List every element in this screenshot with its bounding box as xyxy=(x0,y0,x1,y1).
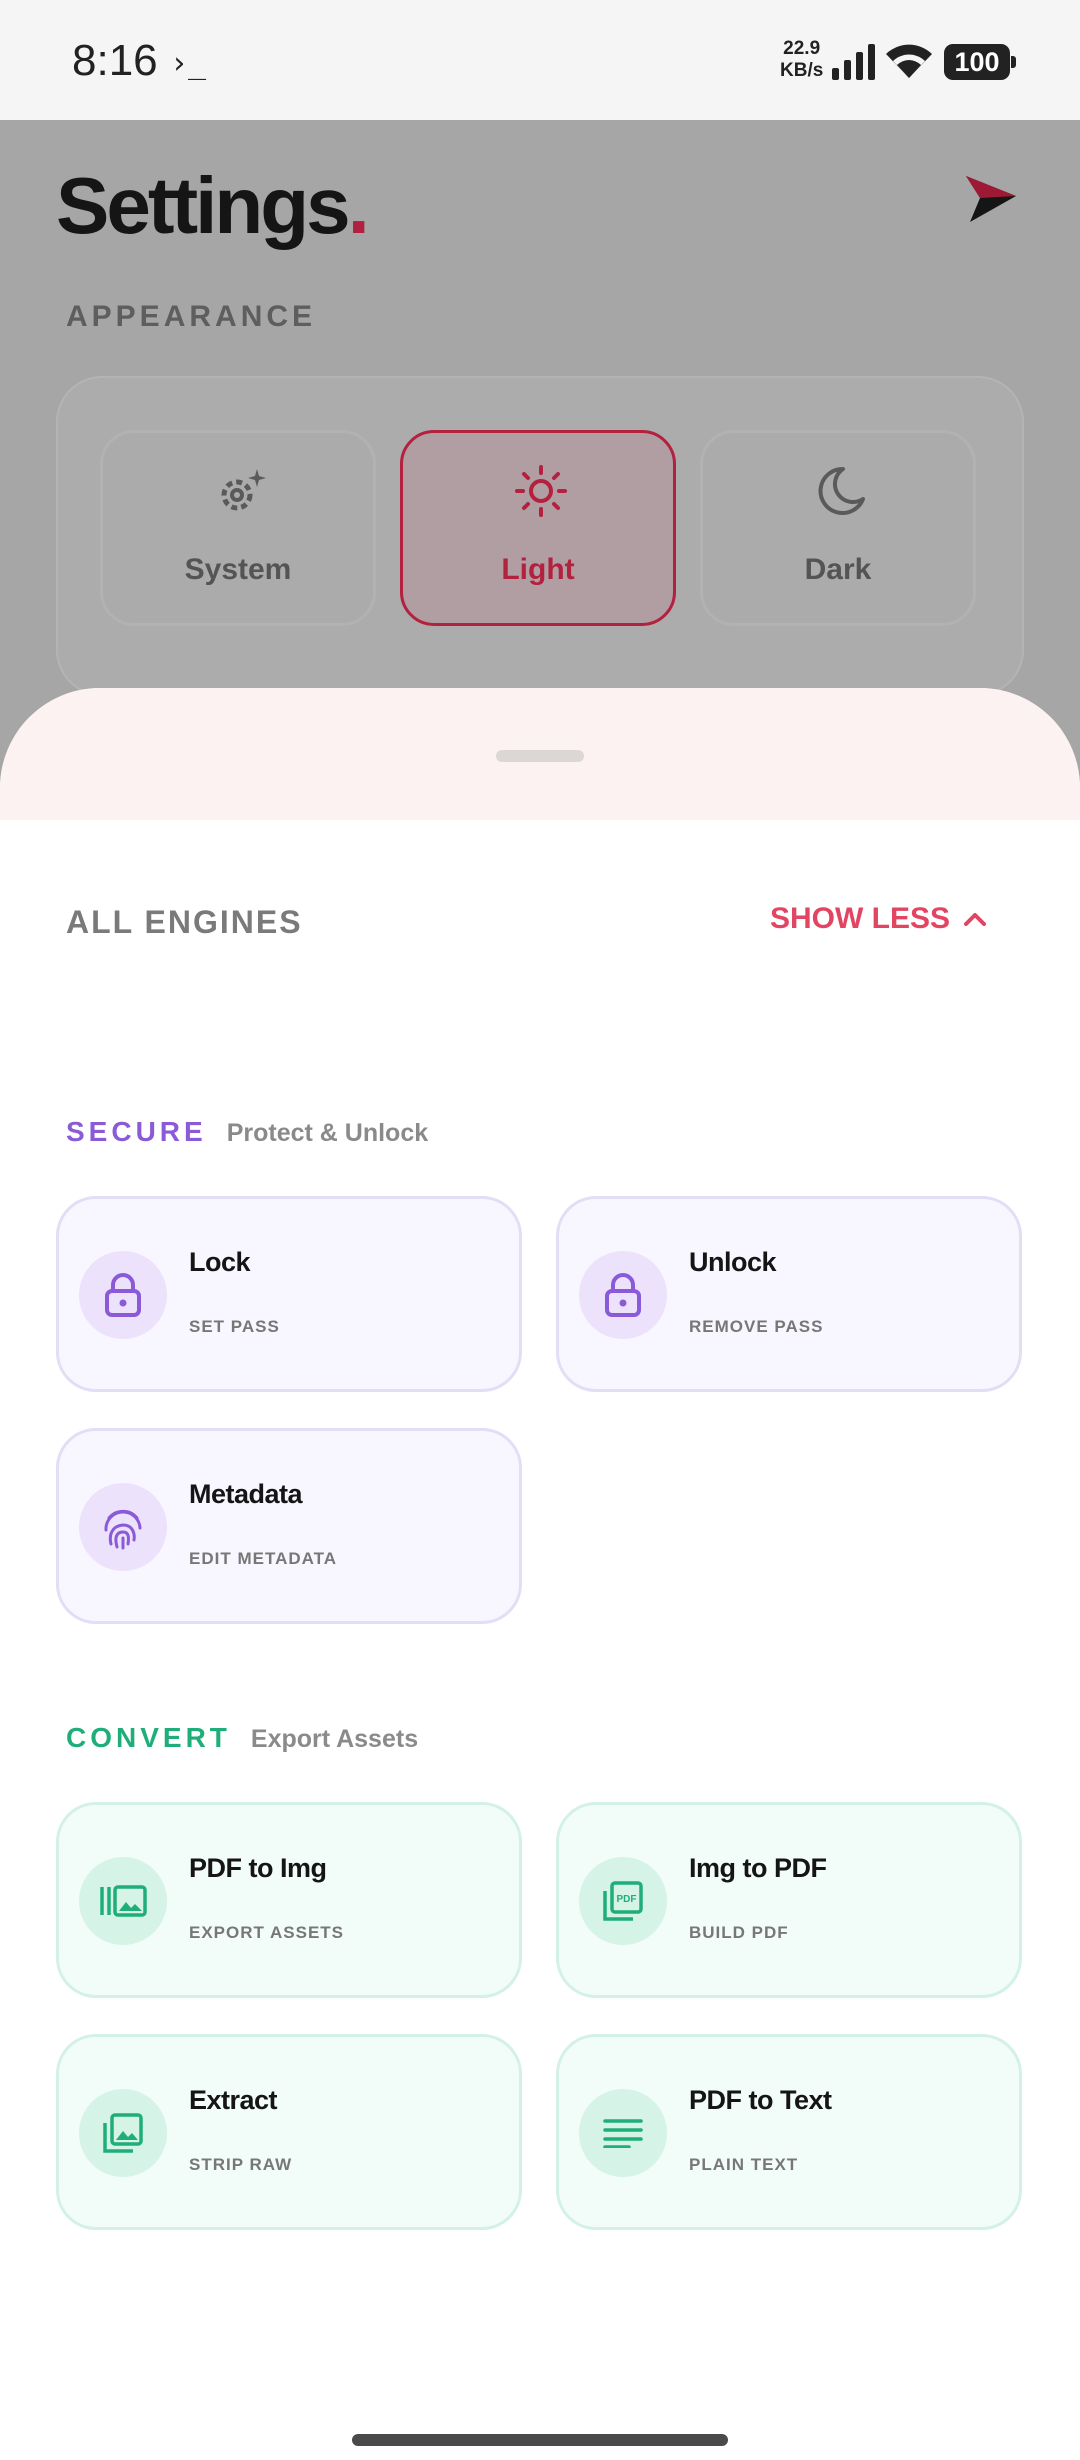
all-engines-heading: ALL ENGINES xyxy=(66,904,303,940)
terminal-icon: ›_ xyxy=(170,46,207,81)
home-indicator[interactable] xyxy=(352,2434,728,2446)
sheet-header-area xyxy=(0,688,1080,820)
engine-card-img-to-pdf[interactable]: PDF Img to PDF BUILD PDF xyxy=(556,1802,1022,1998)
moon-icon xyxy=(818,466,865,515)
appearance-label: APPEARANCE xyxy=(66,300,317,333)
lock-icon-circle xyxy=(79,1251,167,1339)
image-to-pdf-icon-circle: PDF xyxy=(579,1857,667,1945)
card-title: Img to PDF xyxy=(689,1853,827,1883)
lock-icon xyxy=(105,1273,141,1317)
card-subtitle: SET PASS xyxy=(189,1317,280,1336)
engine-card-extract[interactable]: Extract STRIP RAW xyxy=(56,2034,522,2230)
drag-handle[interactable] xyxy=(496,750,584,762)
section-secure-title: SECURE xyxy=(66,1116,207,1147)
card-subtitle: EXPORT ASSETS xyxy=(189,1923,345,1942)
sun-icon xyxy=(515,465,567,517)
unlock-icon xyxy=(605,1273,641,1317)
theme-dark-label: Dark xyxy=(804,553,872,586)
engine-card-lock[interactable]: Lock SET PASS xyxy=(56,1196,522,1392)
gear-sparkle-icon xyxy=(221,469,266,511)
show-less-label: SHOW LESS xyxy=(770,902,951,935)
svg-text:PDF: PDF xyxy=(617,1894,637,1905)
network-speed-unit: KB/s xyxy=(780,60,824,81)
section-convert-title: CONVERT xyxy=(66,1722,231,1753)
wifi-icon xyxy=(886,44,932,78)
network-speed: 22.9 KB/s xyxy=(780,38,823,82)
card-title: Lock xyxy=(189,1247,251,1277)
page-title: Settings. xyxy=(56,160,370,252)
chevron-up-icon xyxy=(964,913,987,926)
theme-selector: System Light Dark xyxy=(56,376,1024,696)
card-subtitle: REMOVE PASS xyxy=(689,1317,824,1336)
card-title: PDF to Text xyxy=(689,2085,832,2115)
card-subtitle: PLAIN TEXT xyxy=(689,2155,799,2174)
fingerprint-icon-circle xyxy=(79,1483,167,1571)
card-title: PDF to Img xyxy=(189,1853,327,1883)
card-title: Extract xyxy=(189,2085,278,2115)
engines-bottom-sheet: ALL ENGINES SHOW LESS SECURE Protect & U… xyxy=(0,688,1080,2460)
signal-icon xyxy=(832,44,875,80)
extract-images-icon xyxy=(103,2113,143,2153)
show-less-button[interactable]: SHOW LESS xyxy=(770,902,987,936)
section-convert-subtitle: Export Assets xyxy=(250,1725,419,1753)
engine-card-pdf-to-text[interactable]: PDF to Text PLAIN TEXT xyxy=(556,2034,1022,2230)
text-lines-icon xyxy=(603,2119,643,2148)
page-title-dot: . xyxy=(347,161,370,250)
battery-indicator: 100 xyxy=(944,44,1016,80)
page-title-text: Settings xyxy=(56,161,351,250)
theme-system-button[interactable]: System xyxy=(100,430,376,626)
theme-light-button[interactable]: Light xyxy=(400,430,676,626)
theme-system-label: System xyxy=(184,553,292,586)
theme-dark-button[interactable]: Dark xyxy=(700,430,976,626)
send-icon[interactable] xyxy=(966,176,1016,224)
fingerprint-icon xyxy=(104,1509,142,1550)
extract-images-icon-circle xyxy=(79,2089,167,2177)
card-subtitle: STRIP RAW xyxy=(189,2155,293,2174)
engine-card-metadata[interactable]: Metadata EDIT METADATA xyxy=(56,1428,522,1624)
pdf-to-image-icon-circle xyxy=(79,1857,167,1945)
network-speed-value: 22.9 xyxy=(783,38,821,59)
section-secure-header: SECURE Protect & Unlock xyxy=(66,1116,428,1148)
theme-light-label: Light xyxy=(501,553,575,586)
image-to-pdf-icon: PDF xyxy=(603,1881,643,1921)
section-secure-subtitle: Protect & Unlock xyxy=(226,1119,429,1147)
section-convert-header: CONVERT Export Assets xyxy=(66,1722,418,1754)
engine-card-pdf-to-img[interactable]: PDF to Img EXPORT ASSETS xyxy=(56,1802,522,1998)
card-subtitle: BUILD PDF xyxy=(689,1923,789,1942)
card-title: Unlock xyxy=(689,1247,777,1277)
pdf-to-image-icon xyxy=(100,1885,147,1917)
text-lines-icon-circle xyxy=(579,2089,667,2177)
unlock-icon-circle xyxy=(579,1251,667,1339)
status-time: 8:16 xyxy=(72,36,158,85)
card-subtitle: EDIT METADATA xyxy=(189,1549,338,1568)
engine-card-unlock[interactable]: Unlock REMOVE PASS xyxy=(556,1196,1022,1392)
status-bar: 8:16 ›_ 22.9 KB/s 100 xyxy=(0,0,1080,120)
card-title: Metadata xyxy=(189,1479,303,1509)
